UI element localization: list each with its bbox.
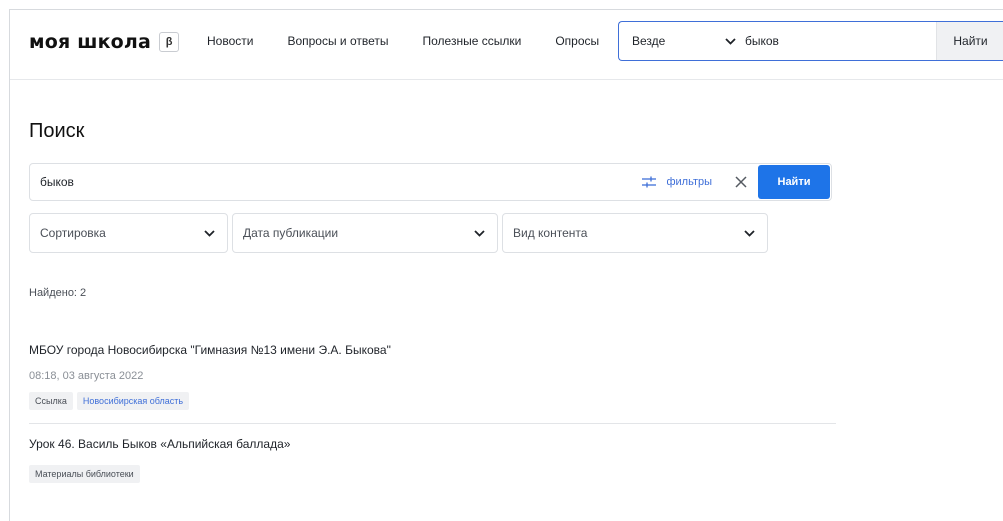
sort-select-label: Сортировка (40, 226, 106, 240)
result-tag[interactable]: Материалы библиотеки (29, 465, 140, 483)
search-scope-select[interactable]: Везде (619, 22, 745, 60)
result-tag[interactable]: Новосибирская область (76, 392, 190, 410)
chevron-down-icon (723, 34, 737, 48)
nav-item-news[interactable]: Новости (207, 34, 253, 48)
beta-badge: β (159, 32, 180, 52)
header: моя школа β Новости Вопросы и ответы Пол… (10, 10, 1003, 80)
filters-button[interactable]: фильтры (642, 176, 712, 188)
list-item: Урок 46. Василь Быков «Альпийская баллад… (29, 437, 836, 483)
list-item: МБОУ города Новосибирска "Гимназия №13 и… (29, 343, 836, 424)
result-title[interactable]: МБОУ города Новосибирска "Гимназия №13 и… (29, 343, 836, 357)
result-tags: Материалы библиотеки (29, 465, 836, 483)
nav-item-faq[interactable]: Вопросы и ответы (287, 34, 388, 48)
result-tags: Ссылка Новосибирская область (29, 392, 836, 410)
result-tag[interactable]: Ссылка (29, 392, 73, 410)
search-bar: быков фильтры Найти (29, 163, 832, 201)
chevron-down-icon (204, 229, 215, 237)
logo[interactable]: моя школа β (29, 31, 180, 53)
chevron-down-icon (744, 229, 755, 237)
logo-text: моя школа (29, 31, 152, 53)
content-type-select[interactable]: Вид контента (502, 213, 768, 253)
nav-item-links[interactable]: Полезные ссылки (423, 34, 522, 48)
nav-item-polls[interactable]: Опросы (555, 34, 599, 48)
content-type-select-label: Вид контента (513, 226, 588, 240)
close-icon[interactable] (730, 171, 752, 193)
filters-label: фильтры (666, 176, 712, 188)
chevron-down-icon (474, 229, 485, 237)
results-count: Найдено: 2 (29, 287, 87, 299)
app-window: моя школа β Новости Вопросы и ответы Пол… (9, 9, 1003, 521)
date-select[interactable]: Дата публикации (232, 213, 498, 253)
search-input[interactable]: быков (30, 175, 642, 189)
result-title[interactable]: Урок 46. Василь Быков «Альпийская баллад… (29, 437, 836, 451)
sliders-icon (642, 176, 657, 188)
main-nav: Новости Вопросы и ответы Полезные ссылки… (207, 34, 599, 48)
result-date: 08:18, 03 августа 2022 (29, 370, 144, 382)
sort-select[interactable]: Сортировка (29, 213, 228, 253)
header-search-input[interactable]: быков (745, 34, 936, 48)
search-scope-value: Везде (632, 34, 666, 48)
date-select-label: Дата публикации (243, 226, 339, 240)
page-title: Поиск (29, 120, 85, 142)
find-button[interactable]: Найти (758, 165, 830, 199)
header-search: Везде быков Найти (618, 21, 1003, 61)
header-search-button[interactable]: Найти (936, 22, 1003, 60)
